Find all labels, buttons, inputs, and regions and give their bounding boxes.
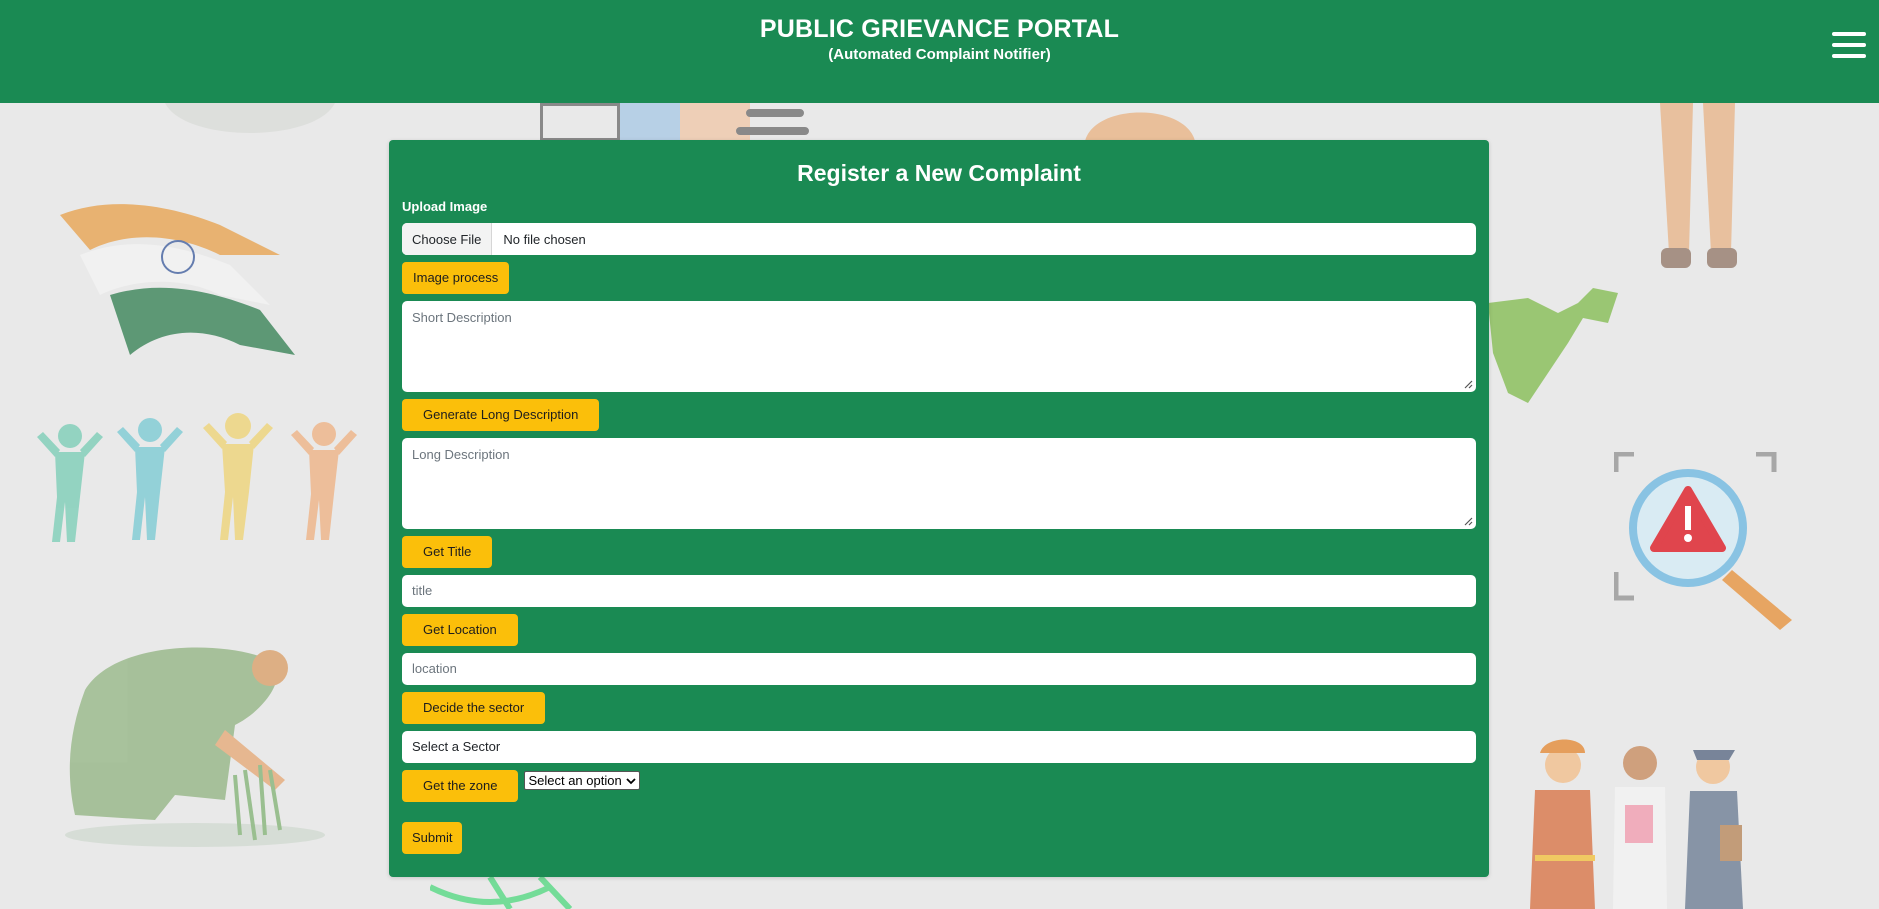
leaf-illustration bbox=[430, 877, 573, 909]
long-description-textarea[interactable]: Long Description bbox=[402, 438, 1476, 529]
site-header: PUBLIC GRIEVANCE PORTAL (Automated Compl… bbox=[0, 0, 1879, 103]
short-description-placeholder: Short Description bbox=[412, 310, 512, 325]
farmer-illustration bbox=[65, 647, 325, 847]
resize-handle-icon[interactable] bbox=[1463, 379, 1473, 389]
flag-illustration bbox=[60, 204, 295, 355]
zone-row: Get the zone Select an option bbox=[402, 763, 1476, 802]
complaint-form: Register a New Complaint Upload Image Ch… bbox=[389, 140, 1489, 877]
generate-long-description-button[interactable]: Generate Long Description bbox=[402, 399, 600, 431]
get-location-button[interactable]: Get Location bbox=[402, 614, 518, 646]
legs-illustration bbox=[1660, 103, 1737, 268]
india-map-illustration bbox=[1488, 288, 1618, 403]
long-description-placeholder: Long Description bbox=[412, 447, 510, 462]
chevron-down-icon bbox=[626, 777, 636, 784]
choose-file-button[interactable]: Choose File bbox=[402, 223, 493, 255]
image-file-input[interactable]: Choose File No file chosen bbox=[402, 223, 1476, 255]
people-illustration bbox=[37, 413, 357, 542]
location-input[interactable]: location bbox=[402, 653, 1476, 685]
hands-illustration bbox=[540, 103, 809, 143]
sector-select[interactable]: Select a Sector bbox=[402, 731, 1476, 763]
alert-magnifier-icon bbox=[1614, 452, 1792, 630]
file-status-text: No file chosen bbox=[503, 231, 586, 247]
site-title: PUBLIC GRIEVANCE PORTAL bbox=[759, 15, 1120, 43]
resize-handle-icon[interactable] bbox=[1463, 516, 1473, 526]
submit-button[interactable]: Submit bbox=[402, 822, 463, 854]
wheel-illustration bbox=[165, 103, 335, 133]
upload-image-label: Upload Image bbox=[402, 199, 488, 214]
workers-illustration bbox=[1530, 739, 1743, 909]
short-description-textarea[interactable]: Short Description bbox=[402, 301, 1476, 392]
get-zone-button[interactable]: Get the zone bbox=[402, 770, 519, 802]
form-title: Register a New Complaint bbox=[797, 160, 1081, 186]
site-subtitle: (Automated Complaint Notifier) bbox=[828, 46, 1051, 63]
title-input[interactable]: title bbox=[402, 575, 1476, 607]
image-process-button[interactable]: Image process bbox=[402, 262, 510, 294]
zone-select-value: Select an option bbox=[528, 773, 622, 788]
bust-illustration bbox=[1085, 112, 1195, 141]
hamburger-menu-icon[interactable] bbox=[1832, 32, 1866, 58]
zone-select[interactable]: Select an option bbox=[524, 771, 640, 790]
decide-sector-button[interactable]: Decide the sector bbox=[402, 692, 546, 724]
get-title-button[interactable]: Get Title bbox=[402, 536, 493, 568]
